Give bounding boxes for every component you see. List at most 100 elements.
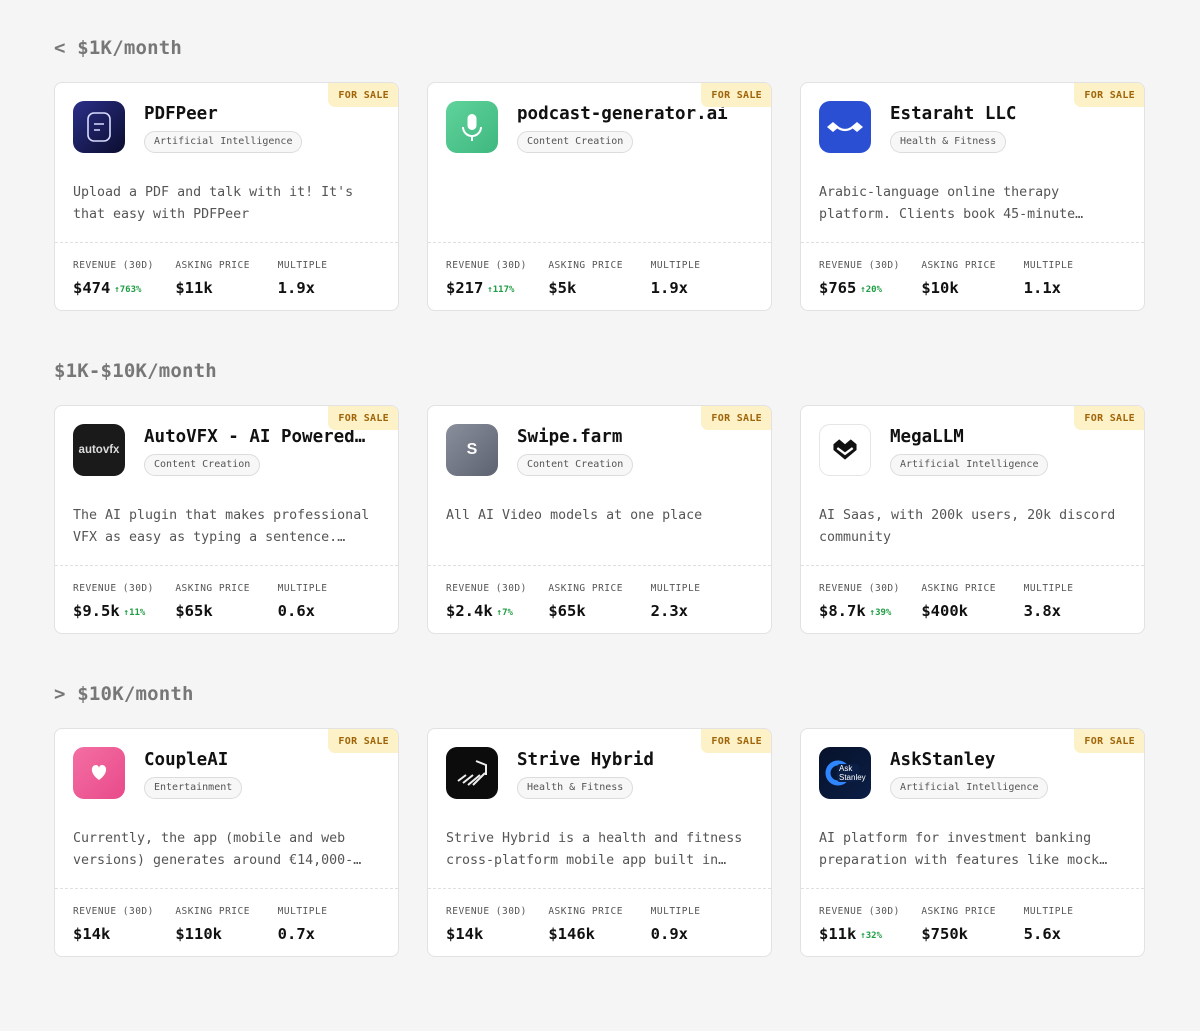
- asking-price-stat: ASKING PRICE $65k: [175, 583, 277, 633]
- multiple-stat: MULTIPLE 0.6x: [278, 583, 380, 633]
- listing-stats: REVENUE (30D) $2.4k ↑7% ASKING PRICE $65k…: [428, 565, 771, 633]
- multiple-stat: MULTIPLE 1.9x: [277, 260, 380, 310]
- revenue-label: REVENUE (30D): [73, 583, 154, 594]
- listing-name[interactable]: PDFPeer: [144, 104, 368, 124]
- revenue-value: $11k ↑32%: [819, 925, 883, 943]
- listing-grid: FOR SALE autovfx AutoVFX - AI Powered V……: [54, 405, 1146, 634]
- multiple-label: MULTIPLE: [277, 906, 328, 917]
- revenue-stat: REVENUE (30D) $11k ↑32%: [819, 906, 921, 956]
- asking-price-value: $5k: [548, 279, 577, 297]
- listing-stats: REVENUE (30D) $9.5k ↑11% ASKING PRICE $65…: [55, 565, 398, 633]
- multiple-value: 0.9x: [650, 925, 688, 943]
- microphone-logo: [446, 101, 498, 153]
- swipe-farm-logo: S: [446, 424, 498, 476]
- revenue-stat: REVENUE (30D) $217 ↑117%: [446, 260, 548, 310]
- listing-card[interactable]: FOR SALE Ask Stanley AskStanley Artifici…: [800, 728, 1145, 957]
- asking-price-value: $110k: [175, 925, 222, 943]
- megallm-logo: [819, 424, 871, 476]
- asking-price-stat: ASKING PRICE $65k: [548, 583, 650, 633]
- asking-price-stat: ASKING PRICE $11k: [175, 260, 277, 310]
- for-sale-badge: FOR SALE: [328, 729, 398, 753]
- multiple-label: MULTIPLE: [650, 260, 701, 271]
- multiple-stat: MULTIPLE 2.3x: [650, 583, 753, 633]
- category-tag[interactable]: Content Creation: [144, 454, 261, 476]
- multiple-value: 3.8x: [1023, 602, 1061, 620]
- listing-stats: REVENUE (30D) $765 ↑20% ASKING PRICE $10k…: [801, 242, 1144, 310]
- multiple-value: 0.7x: [277, 925, 315, 943]
- asking-price-value: $65k: [175, 602, 213, 620]
- revenue-label: REVENUE (30D): [819, 583, 900, 594]
- logo-text: Ask Stanley: [839, 764, 866, 782]
- asking-price-stat: ASKING PRICE $110k: [175, 906, 277, 956]
- asking-price-stat: ASKING PRICE $146k: [548, 906, 650, 956]
- listing-name[interactable]: AutoVFX - AI Powered V…: [144, 427, 368, 447]
- listing-card[interactable]: FOR SALE CoupleAI Entertainment Currentl…: [54, 728, 399, 957]
- multiple-stat: MULTIPLE 1.9x: [650, 260, 753, 310]
- asking-price-label: ASKING PRICE: [175, 583, 250, 594]
- multiple-stat: MULTIPLE 0.9x: [650, 906, 753, 956]
- asking-price-label: ASKING PRICE: [921, 906, 996, 917]
- revenue-label: REVENUE (30D): [73, 906, 154, 917]
- revenue-growth: ↑11%: [123, 608, 146, 618]
- revenue-value: $765 ↑20%: [819, 279, 883, 297]
- listing-stats: REVENUE (30D) $8.7k ↑39% ASKING PRICE $40…: [801, 565, 1144, 633]
- listing-card[interactable]: FOR SALE PDFPeer Artificial Intelligence…: [54, 82, 399, 311]
- pdfpeer-logo: [73, 101, 125, 153]
- multiple-label: MULTIPLE: [650, 583, 701, 594]
- listing-name[interactable]: podcast-generator.ai: [517, 104, 741, 124]
- listing-stats: REVENUE (30D) $217 ↑117% ASKING PRICE $5k…: [428, 242, 771, 310]
- asking-price-value: $10k: [921, 279, 959, 297]
- asking-price-label: ASKING PRICE: [921, 583, 996, 594]
- multiple-value: 1.9x: [277, 279, 315, 297]
- logo-text: autovfx: [78, 444, 120, 456]
- listing-card[interactable]: FOR SALE podcast-generator.ai Content Cr…: [427, 82, 772, 311]
- listing-card[interactable]: FOR SALE MegaLLM Artificial Intelligence…: [800, 405, 1145, 634]
- listing-stats: REVENUE (30D) $11k ↑32% ASKING PRICE $750…: [801, 888, 1144, 956]
- category-tag[interactable]: Content Creation: [517, 131, 634, 153]
- category-tag[interactable]: Content Creation: [517, 454, 634, 476]
- listing-name[interactable]: MegaLLM: [890, 427, 1114, 447]
- revenue-label: REVENUE (30D): [446, 906, 527, 917]
- for-sale-badge: FOR SALE: [1074, 406, 1144, 430]
- asking-price-label: ASKING PRICE: [175, 260, 250, 271]
- revenue-growth: ↑7%: [496, 608, 513, 618]
- category-tag[interactable]: Health & Fitness: [890, 131, 1007, 153]
- for-sale-badge: FOR SALE: [328, 406, 398, 430]
- asking-price-value: $11k: [175, 279, 213, 297]
- listing-card[interactable]: FOR SALE S Swipe.farm Content Creation A…: [427, 405, 772, 634]
- listing-card[interactable]: FOR SALE Strive Hybrid Health & Fitness …: [427, 728, 772, 957]
- for-sale-badge: FOR SALE: [1074, 729, 1144, 753]
- listing-card[interactable]: FOR SALE Estaraht LLC Health & Fitness A…: [800, 82, 1145, 311]
- multiple-stat: MULTIPLE 3.8x: [1023, 583, 1126, 633]
- estaraht-logo: [819, 101, 871, 153]
- section-title: < $1K/month: [54, 37, 183, 59]
- asking-price-stat: ASKING PRICE $10k: [921, 260, 1023, 310]
- asking-price-value: $400k: [921, 602, 968, 620]
- asking-price-stat: ASKING PRICE $750k: [921, 906, 1023, 956]
- listing-description: Strive Hybrid is a health and fitness cr…: [446, 831, 743, 868]
- revenue-label: REVENUE (30D): [819, 906, 900, 917]
- multiple-stat: MULTIPLE 5.6x: [1024, 906, 1126, 956]
- category-tag[interactable]: Artificial Intelligence: [144, 131, 303, 153]
- listing-grid: FOR SALE PDFPeer Artificial Intelligence…: [54, 82, 1146, 311]
- listing-description: The AI plugin that makes professional VF…: [73, 508, 370, 545]
- revenue-value: $14k: [446, 925, 484, 943]
- listing-name[interactable]: CoupleAI: [144, 750, 368, 770]
- autovfx-logo: autovfx: [73, 424, 125, 476]
- listing-card[interactable]: FOR SALE autovfx AutoVFX - AI Powered V……: [54, 405, 399, 634]
- multiple-stat: MULTIPLE 1.1x: [1024, 260, 1126, 310]
- listing-name[interactable]: Estaraht LLC: [890, 104, 1114, 124]
- for-sale-badge: FOR SALE: [1074, 83, 1144, 107]
- listing-description: Upload a PDF and talk with it! It's that…: [73, 185, 354, 222]
- revenue-value: $2.4k ↑7%: [446, 602, 513, 620]
- listing-name[interactable]: AskStanley: [890, 750, 1114, 770]
- revenue-value: $9.5k ↑11%: [73, 602, 146, 620]
- listing-name[interactable]: Swipe.farm: [517, 427, 741, 447]
- listing-description: AI platform for investment banking prepa…: [819, 831, 1108, 868]
- category-tag[interactable]: Health & Fitness: [517, 777, 634, 799]
- category-tag[interactable]: Entertainment: [144, 777, 243, 799]
- category-tag[interactable]: Artificial Intelligence: [890, 777, 1049, 799]
- asking-price-label: ASKING PRICE: [548, 583, 623, 594]
- category-tag[interactable]: Artificial Intelligence: [890, 454, 1049, 476]
- listing-name[interactable]: Strive Hybrid: [517, 750, 741, 770]
